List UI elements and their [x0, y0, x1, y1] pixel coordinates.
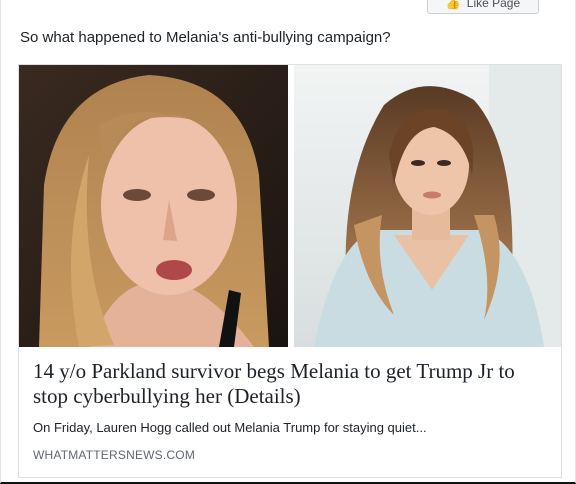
link-headline[interactable]: 14 y/o Parkland survivor begs Melania to… — [33, 359, 548, 409]
thumbs-up-icon: 👍 — [445, 0, 461, 10]
like-page-label: Like Page — [466, 0, 521, 10]
facebook-post: 👍 Like Page So what happened to Melania'… — [0, 0, 576, 484]
woman-photo-illustration — [294, 65, 561, 347]
post-status-text: So what happened to Melania's anti-bully… — [20, 29, 391, 46]
link-preview-card[interactable]: 14 y/o Parkland survivor begs Melania to… — [18, 64, 562, 478]
link-domain: WHATMATTERSNEWS.COM — [33, 448, 196, 462]
link-preview-body[interactable]: 14 y/o Parkland survivor begs Melania to… — [19, 347, 561, 477]
link-image-left[interactable] — [19, 65, 288, 347]
link-image-right[interactable] — [294, 65, 561, 347]
link-description: On Friday, Lauren Hogg called out Melani… — [33, 420, 427, 435]
link-preview-images[interactable] — [19, 65, 561, 347]
girl-photo-illustration — [19, 65, 288, 347]
like-page-button[interactable]: 👍 Like Page — [427, 0, 539, 14]
